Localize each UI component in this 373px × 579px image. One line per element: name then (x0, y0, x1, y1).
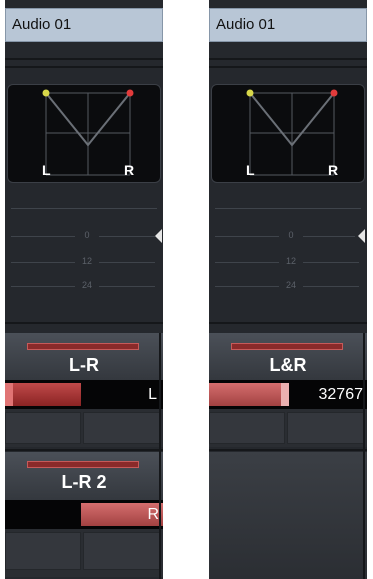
stereo-panner[interactable]: L R (211, 84, 365, 183)
scrollbar-edge (159, 333, 161, 579)
routing-slots-1 (209, 409, 367, 447)
channel-name[interactable]: Audio 01 (5, 8, 163, 42)
routing-slots-1 (5, 409, 163, 447)
routing-slot[interactable] (5, 532, 81, 570)
meter-scale-label: 12 (81, 256, 92, 266)
divider (5, 322, 163, 324)
meter-scale-label: 24 (81, 280, 92, 290)
panner-right-handle[interactable] (330, 89, 338, 97)
routing-label: L-R (69, 355, 99, 375)
scrollbar-edge (363, 333, 365, 579)
routing-slots-2 (5, 529, 163, 577)
routing-slot[interactable] (209, 412, 285, 444)
routing-indicator (27, 461, 139, 468)
routing-value-bar (209, 383, 289, 406)
meter-scale-label: 0 (84, 230, 90, 240)
channel-strip-left: Audio 01 L R 0 12 24 L-R L L-R 2 R (5, 0, 163, 579)
routing-panel-2[interactable]: L-R 2 (5, 452, 163, 500)
routing-value-text: R (147, 506, 159, 523)
routing-value-text: L (148, 386, 157, 403)
routing-slot[interactable] (83, 412, 161, 444)
panner-left-handle[interactable] (42, 89, 50, 97)
routing-panel-1[interactable]: L&R (209, 333, 367, 380)
routing-value-bar (5, 383, 81, 406)
meter-scale-label: 0 (288, 230, 294, 240)
routing-slot[interactable] (5, 412, 81, 444)
channel-strip-right: Audio 01 L R 0 12 24 L&R 32767 (209, 0, 367, 579)
meter-scale-label: 12 (285, 256, 296, 266)
divider (5, 449, 163, 451)
panner-graph (42, 89, 134, 176)
routing-value-1[interactable]: 32767 (209, 380, 367, 409)
routing-panel-1[interactable]: L-R (5, 333, 163, 380)
routing-slot[interactable] (83, 532, 161, 570)
divider (209, 449, 367, 451)
level-meter[interactable]: 0 12 24 (5, 190, 163, 320)
panner-left-handle[interactable] (246, 89, 254, 97)
routing-slot[interactable] (287, 412, 365, 444)
panner-graph (246, 89, 338, 176)
panner-left-label: L (246, 162, 255, 178)
divider (209, 66, 367, 68)
divider (209, 322, 367, 324)
routing-label: L&R (269, 355, 307, 375)
routing-value-text: 32767 (318, 386, 364, 403)
empty-routing-area (209, 452, 367, 579)
stereo-panner[interactable]: L R (7, 84, 161, 183)
panner-right-label: R (124, 162, 135, 178)
panner-left-label: L (42, 162, 51, 178)
channel-name[interactable]: Audio 01 (209, 8, 367, 42)
routing-label: L-R 2 (61, 472, 107, 492)
routing-indicator (27, 343, 139, 350)
level-meter[interactable]: 0 12 24 (209, 190, 367, 320)
routing-value-2[interactable]: R (5, 500, 163, 529)
divider (5, 58, 163, 60)
panner-right-handle[interactable] (126, 89, 134, 97)
divider (5, 66, 163, 68)
divider (209, 58, 367, 60)
panner-right-label: R (328, 162, 339, 178)
routing-indicator (231, 343, 343, 350)
meter-pointer-icon[interactable] (358, 229, 365, 243)
meter-scale-label: 24 (285, 280, 296, 290)
routing-value-1[interactable]: L (5, 380, 163, 409)
meter-pointer-icon[interactable] (155, 229, 162, 243)
